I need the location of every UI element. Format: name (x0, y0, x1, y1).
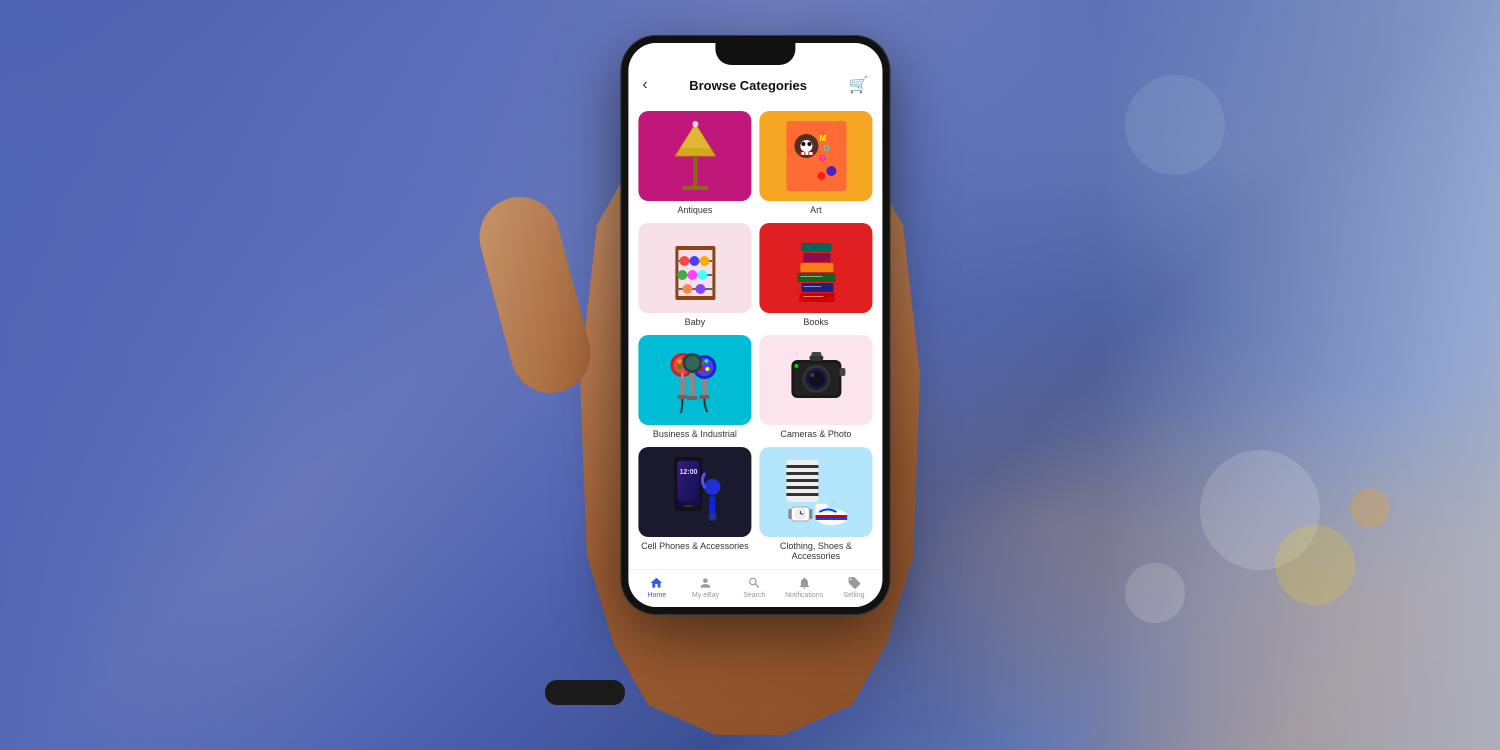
art-label: Art (810, 205, 822, 215)
nav-selling[interactable]: Selling (836, 576, 872, 599)
category-business[interactable]: Business & Industrial (638, 335, 751, 439)
electronics-image: 12:00 (638, 447, 751, 537)
page-title: Browse Categories (689, 78, 807, 93)
nav-home-label: Home (647, 592, 666, 599)
books-label: Books (803, 317, 828, 327)
category-electronics[interactable]: 12:00 (638, 447, 751, 561)
category-cameras[interactable]: Cameras & Photo (759, 335, 872, 439)
search-icon (747, 576, 761, 590)
business-svg (660, 340, 730, 420)
categories-content: Antiques (628, 103, 882, 569)
books-svg (781, 228, 851, 308)
home-icon (650, 576, 664, 590)
business-label: Business & Industrial (653, 429, 737, 439)
cart-icon[interactable]: 🛒 (848, 75, 868, 95)
svg-text:O: O (823, 144, 829, 153)
nav-myebay[interactable]: My eBay (688, 576, 724, 599)
art-svg: M O O (781, 116, 851, 196)
person-icon (699, 576, 713, 590)
nav-search-label: Search (743, 592, 765, 599)
antiques-label: Antiques (677, 205, 712, 215)
business-image (638, 335, 751, 425)
phone-notch (715, 43, 795, 65)
art-image: M O O (759, 111, 872, 201)
category-art[interactable]: M O O Art (759, 111, 872, 215)
wristband (545, 680, 625, 705)
fashion-image (759, 447, 872, 537)
cameras-svg (781, 340, 851, 420)
bell-icon (797, 576, 811, 590)
cameras-image (759, 335, 872, 425)
bottom-navigation: Home My eBay Search (628, 569, 882, 607)
tag-icon (847, 576, 861, 590)
phone-device: ‹ Browse Categories 🛒 (620, 35, 890, 615)
nav-myebay-label: My eBay (692, 592, 719, 599)
category-antiques[interactable]: Antiques (638, 111, 751, 215)
category-books[interactable]: Books (759, 223, 872, 327)
baby-svg (660, 228, 730, 308)
electronics-label: Cell Phones & Accessories (641, 541, 749, 551)
fashion-label: Clothing, Shoes & Accessories (759, 541, 872, 561)
cameras-label: Cameras & Photo (780, 429, 851, 439)
hand-area: ‹ Browse Categories 🛒 (490, 15, 1010, 735)
categories-grid: Antiques (638, 111, 872, 561)
fashion-svg (781, 452, 851, 532)
antiques-svg (660, 116, 730, 196)
category-baby[interactable]: Baby (638, 223, 751, 327)
nav-notifications[interactable]: Notifications (785, 576, 823, 599)
nav-home[interactable]: Home (639, 576, 675, 599)
nav-selling-label: Selling (843, 592, 864, 599)
baby-image (638, 223, 751, 313)
scene: ‹ Browse Categories 🛒 (0, 0, 1500, 750)
svg-text:M: M (819, 134, 826, 143)
electronics-svg: 12:00 (660, 452, 730, 532)
antiques-image (638, 111, 751, 201)
category-fashion[interactable]: Clothing, Shoes & Accessories (759, 447, 872, 561)
nav-notifications-label: Notifications (785, 592, 823, 599)
nav-search[interactable]: Search (736, 576, 772, 599)
back-button[interactable]: ‹ (642, 76, 647, 94)
books-image (759, 223, 872, 313)
svg-text:O: O (819, 154, 825, 163)
thumb (470, 188, 599, 402)
baby-label: Baby (685, 317, 706, 327)
phone-screen: ‹ Browse Categories 🛒 (628, 43, 882, 607)
